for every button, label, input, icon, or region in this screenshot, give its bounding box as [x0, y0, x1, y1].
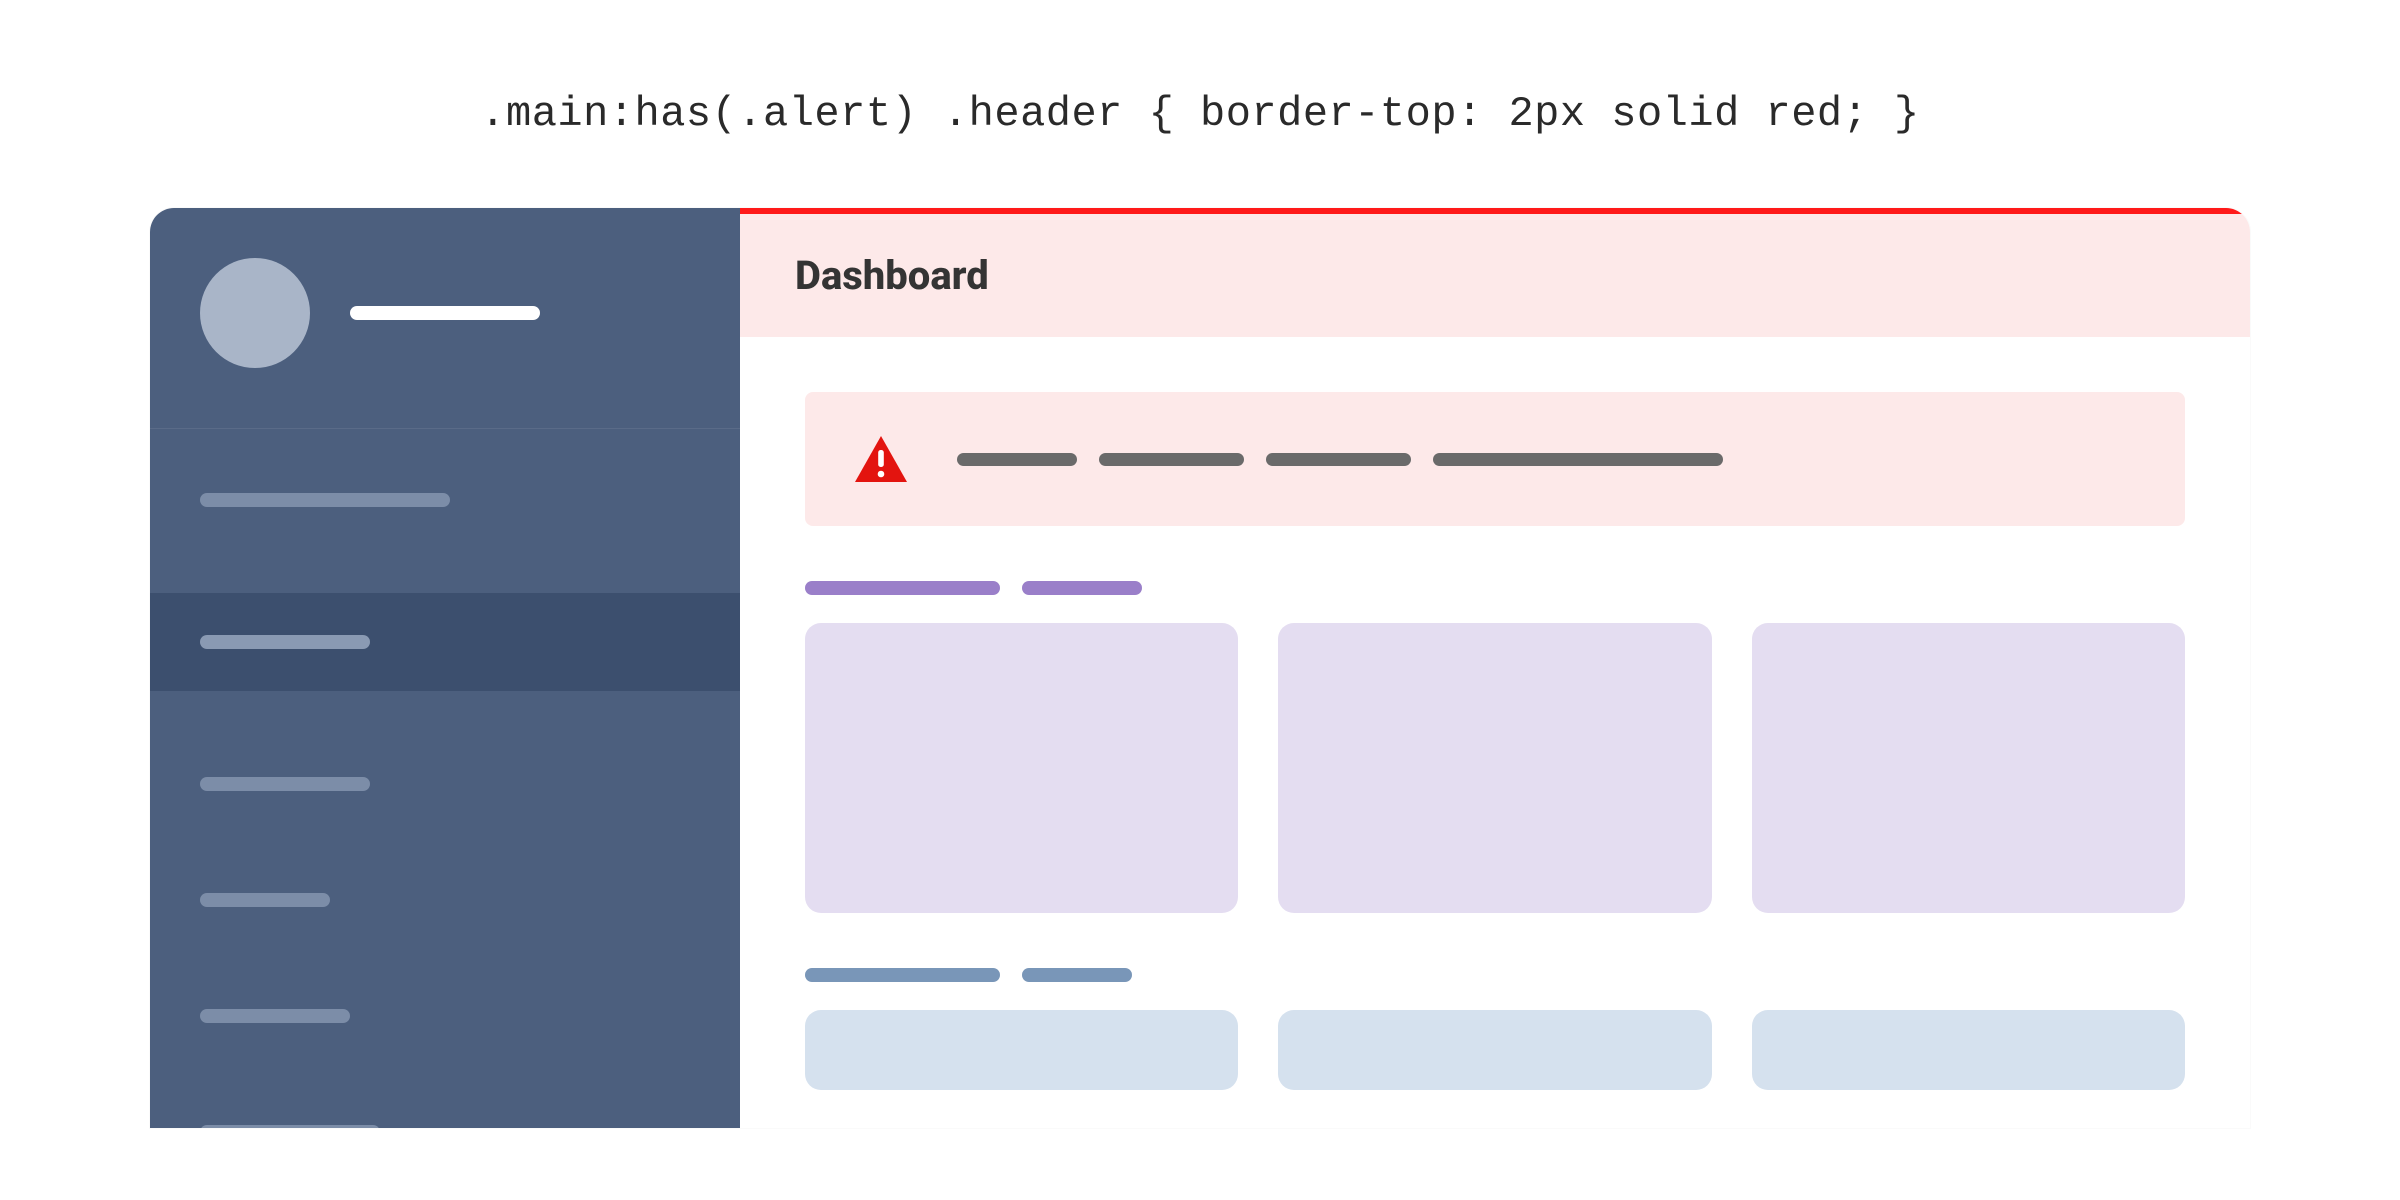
heading-placeholder [805, 968, 1000, 982]
sidebar-item-label-placeholder [200, 893, 330, 907]
sidebar-item-label-placeholder [200, 635, 370, 649]
sidebar-item-label-placeholder [200, 1125, 380, 1128]
card[interactable] [805, 1010, 1238, 1090]
header: Dashboard [740, 208, 2250, 337]
content [740, 337, 2250, 1090]
text-placeholder [1099, 453, 1244, 466]
text-placeholder [1266, 453, 1411, 466]
heading-placeholder [1022, 581, 1142, 595]
section-heading [805, 581, 2185, 595]
sidebar-nav [150, 429, 740, 1128]
sidebar-item[interactable] [150, 877, 740, 923]
css-code-caption: .main:has(.alert) .header { border-top: … [0, 0, 2400, 208]
card[interactable] [805, 623, 1238, 913]
heading-placeholder [805, 581, 1000, 595]
sidebar [150, 208, 740, 1128]
sidebar-item-label-placeholder [200, 777, 370, 791]
card[interactable] [1278, 1010, 1711, 1090]
warning-triangle-icon [853, 434, 909, 484]
card-row [805, 623, 2185, 913]
card[interactable] [1278, 623, 1711, 913]
sidebar-item-label-placeholder [200, 1009, 350, 1023]
sidebar-item[interactable] [150, 1109, 740, 1128]
sidebar-item[interactable] [150, 761, 740, 807]
sidebar-profile[interactable] [150, 208, 740, 429]
profile-name-placeholder [350, 306, 540, 320]
section-purple [805, 581, 2185, 913]
alert-banner [805, 392, 2185, 526]
sidebar-item[interactable] [150, 993, 740, 1039]
alert-message-placeholder [957, 453, 1723, 466]
app-frame: Dashboard [150, 208, 2250, 1128]
page-title: Dashboard [795, 252, 2195, 299]
avatar [200, 258, 310, 368]
card-row [805, 1010, 2185, 1090]
sidebar-item-label-placeholder [200, 493, 450, 507]
sidebar-item[interactable] [150, 477, 740, 523]
section-blue [805, 968, 2185, 1090]
section-heading [805, 968, 2185, 982]
card[interactable] [1752, 623, 2185, 913]
sidebar-item-active[interactable] [150, 593, 740, 691]
text-placeholder [957, 453, 1077, 466]
main: Dashboard [740, 208, 2250, 1128]
text-placeholder [1433, 453, 1723, 466]
heading-placeholder [1022, 968, 1132, 982]
card[interactable] [1752, 1010, 2185, 1090]
